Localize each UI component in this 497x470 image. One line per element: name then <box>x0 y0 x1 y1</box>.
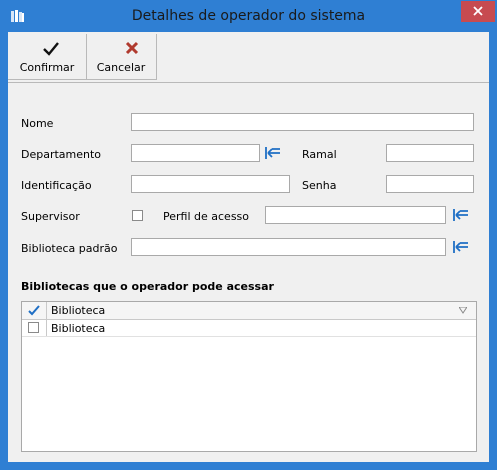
biblioteca-padrao-input[interactable] <box>131 238 446 256</box>
select-all-header[interactable] <box>22 302 47 319</box>
departamento-input[interactable] <box>131 144 260 162</box>
close-button[interactable] <box>461 1 495 22</box>
supervisor-label: Supervisor <box>21 210 80 223</box>
row-checkbox[interactable] <box>28 322 39 333</box>
cancel-button[interactable]: Cancelar <box>86 34 157 80</box>
grid-header: Biblioteca <box>22 302 476 320</box>
filter-icon[interactable] <box>459 307 467 315</box>
row-check-cell <box>22 320 47 336</box>
perfil-input[interactable] <box>265 206 446 224</box>
senha-input[interactable] <box>386 175 474 193</box>
biblioteca-lookup-icon[interactable] <box>453 240 469 254</box>
biblioteca-padrao-label: Biblioteca padrão <box>21 242 118 255</box>
dialog-window: Detalhes de operador do sistema Confirma… <box>0 0 497 470</box>
table-row[interactable]: Biblioteca <box>22 320 476 337</box>
confirm-label: Confirmar <box>19 61 75 74</box>
column-header-biblioteca[interactable]: Biblioteca <box>51 304 105 317</box>
libraries-grid[interactable]: Biblioteca Biblioteca <box>21 301 477 452</box>
close-icon <box>473 6 483 16</box>
perfil-lookup-icon[interactable] <box>453 208 469 222</box>
check-all-icon <box>28 305 40 316</box>
departamento-label: Departamento <box>21 148 102 161</box>
window-title: Detalhes de operador do sistema <box>131 8 366 24</box>
identificacao-input[interactable] <box>131 175 290 193</box>
nome-input[interactable] <box>131 113 474 131</box>
checkmark-icon <box>43 42 59 56</box>
confirm-button[interactable]: Confirmar <box>8 34 87 80</box>
perfil-label: Perfil de acesso <box>163 210 250 223</box>
row-biblioteca-name: Biblioteca <box>51 322 106 335</box>
nome-label: Nome <box>21 117 54 130</box>
senha-label: Senha <box>302 179 337 192</box>
supervisor-checkbox[interactable] <box>132 210 143 221</box>
ramal-input[interactable] <box>386 144 474 162</box>
libraries-section-title: Bibliotecas que o operador pode acessar <box>21 280 274 293</box>
dialog-content: Confirmar Cancelar Nome Departamento Ram… <box>8 32 489 462</box>
departamento-lookup-icon[interactable] <box>265 146 281 160</box>
cancel-x-icon <box>125 41 139 55</box>
title-bar[interactable]: Detalhes de operador do sistema <box>1 1 496 32</box>
cancel-label: Cancelar <box>96 61 146 74</box>
ramal-label: Ramal <box>302 148 337 161</box>
toolbar: Confirmar Cancelar <box>8 32 489 83</box>
identificacao-label: Identificação <box>21 179 92 192</box>
